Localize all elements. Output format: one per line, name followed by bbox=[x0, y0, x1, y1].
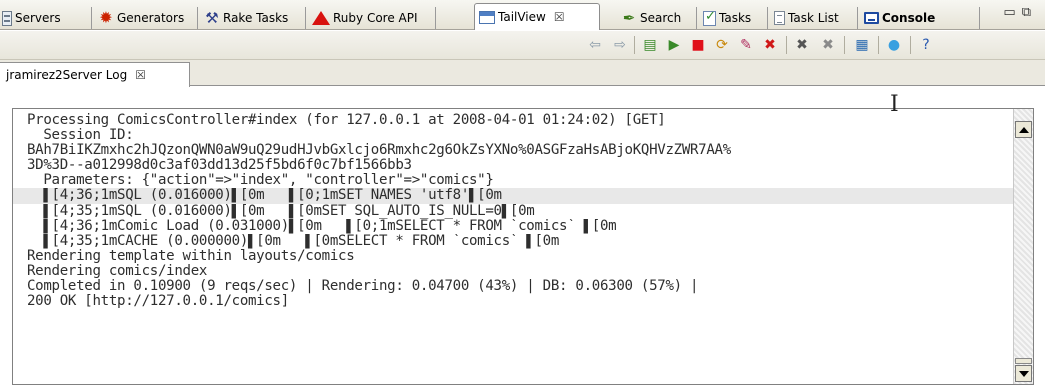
log-line: 200 OK [http://127.0.0.1/comics] bbox=[27, 294, 289, 310]
tab-label: Search bbox=[640, 11, 682, 25]
tasks-icon bbox=[703, 9, 716, 26]
back-icon[interactable]: ⇦ bbox=[585, 35, 605, 55]
log-line: ▌[4;36;1mSQL (0.016000)▌[0m ▌[0;1mSET NA… bbox=[13, 188, 1013, 204]
tailview-icon bbox=[479, 10, 495, 24]
close-tab-icon[interactable]: ☒ bbox=[135, 68, 146, 82]
log-tab-bar: jramirez2Server Log ☒ bbox=[0, 60, 1045, 87]
minimize-icon[interactable]: ▭ bbox=[1003, 5, 1021, 20]
pin-console-icon[interactable]: ▦ bbox=[852, 35, 872, 55]
tab-label: TailView bbox=[498, 10, 546, 24]
stop-icon[interactable]: ■ bbox=[688, 35, 708, 55]
tab-tasks[interactable]: Tasks bbox=[699, 7, 768, 29]
log-line: ▌[4;35;1mCACHE (0.000000)▌[0m ▌[0mSELECT… bbox=[27, 233, 560, 249]
log-line: ▌[4;36;1mComic Load (0.031000)▌[0m ▌[0;1… bbox=[27, 218, 617, 234]
tab-tailview[interactable]: TailView ☒ bbox=[474, 3, 600, 30]
servers-icon bbox=[2, 10, 12, 26]
tab-search[interactable]: ✒ Search bbox=[617, 7, 697, 29]
log-line: Completed in 0.10900 (9 reqs/sec) | Rend… bbox=[27, 279, 699, 295]
scroll-up-button[interactable] bbox=[1015, 121, 1032, 138]
tab-server-log[interactable]: jramirez2Server Log ☒ bbox=[0, 62, 190, 87]
log-line: Parameters: {"action"=>"index", "control… bbox=[27, 173, 494, 189]
view-tab-bar: Servers ✹ Generators ⚒ Rake Tasks Ruby C… bbox=[0, 0, 1045, 30]
rake-tasks-icon: ⚒ bbox=[205, 9, 219, 27]
window-controls: ▭⧉ bbox=[1003, 5, 1037, 20]
remove-all-terminated-icon[interactable]: ✖ bbox=[818, 35, 838, 55]
generators-icon: ✹ bbox=[99, 8, 113, 27]
view-toolbar: ⇦ ⇨ ▤ ▶ ■ ⟳ ✎ ✖ ✖ ✖ ▦ ● ? bbox=[0, 31, 1045, 60]
restore-icon[interactable]: ⧉ bbox=[1022, 5, 1037, 20]
log-line: 3D%3D--a012998d0c3af03dd13d25f5bd6f0c7bf… bbox=[27, 158, 412, 174]
close-tab-icon[interactable]: ☒ bbox=[554, 10, 565, 24]
tab-task-list[interactable]: Task List bbox=[770, 7, 858, 29]
toolbar-separator bbox=[844, 36, 845, 54]
remove-icon[interactable]: ✖ bbox=[760, 35, 780, 55]
arrow-up-icon bbox=[1018, 126, 1029, 133]
clear-icon[interactable]: ✎ bbox=[736, 35, 756, 55]
play-icon[interactable]: ▶ bbox=[664, 35, 684, 55]
forward-icon[interactable]: ⇨ bbox=[610, 35, 630, 55]
scrollbar-thumb[interactable] bbox=[1015, 358, 1032, 364]
tab-label: Tasks bbox=[719, 11, 752, 25]
text-cursor-icon: I bbox=[890, 92, 899, 117]
log-line: BAh7BiIKZmxhc2hJQzonQWN0aW9uQ29udHJvbGxl… bbox=[27, 143, 731, 159]
remove-all-icon[interactable]: ✖ bbox=[792, 35, 812, 55]
log-lines: Processing ComicsController#index (for 1… bbox=[13, 113, 1013, 309]
help-icon[interactable]: ? bbox=[916, 35, 936, 55]
color-icon[interactable]: ● bbox=[884, 35, 904, 55]
tab-label: Task List bbox=[788, 11, 839, 25]
task-list-icon bbox=[774, 11, 785, 25]
tab-generators[interactable]: ✹ Generators bbox=[94, 7, 198, 29]
refresh-icon[interactable]: ⟳ bbox=[712, 35, 732, 55]
tab-label: Generators bbox=[117, 11, 185, 25]
ruby-icon bbox=[312, 11, 330, 25]
tab-label: Rake Tasks bbox=[223, 11, 289, 25]
tab-label: Console bbox=[882, 11, 936, 25]
log-line: ▌[4;35;1mSQL (0.016000)▌[0m ▌[0mSET SQL_… bbox=[27, 203, 535, 219]
toolbar-separator bbox=[910, 36, 911, 54]
log-line: Processing ComicsController#index (for 1… bbox=[27, 113, 666, 128]
tab-label: Ruby Core API bbox=[333, 11, 418, 25]
tab-label: Servers bbox=[15, 11, 61, 25]
log-tab-label: jramirez2Server Log bbox=[6, 68, 128, 82]
tab-servers[interactable]: Servers bbox=[0, 7, 92, 29]
open-file-icon[interactable]: ▤ bbox=[640, 35, 660, 55]
log-line: Rendering comics/index bbox=[27, 263, 208, 279]
log-line: Session ID: bbox=[27, 128, 134, 144]
search-icon: ✒ bbox=[622, 9, 636, 27]
tab-ruby-core-api[interactable]: Ruby Core API bbox=[308, 7, 436, 29]
scroll-down-button[interactable] bbox=[1015, 365, 1032, 382]
vertical-scrollbar[interactable] bbox=[1013, 109, 1033, 384]
log-console[interactable]: Processing ComicsController#index (for 1… bbox=[12, 108, 1034, 385]
toolbar-separator bbox=[634, 36, 635, 54]
toolbar-separator bbox=[878, 36, 879, 54]
toolbar-separator bbox=[786, 36, 787, 54]
tab-console[interactable]: Console bbox=[860, 7, 980, 29]
arrow-down-icon bbox=[1018, 370, 1029, 377]
console-icon bbox=[864, 12, 879, 24]
tab-rake-tasks[interactable]: ⚒ Rake Tasks bbox=[200, 7, 306, 29]
log-line: Rendering template within layouts/comics bbox=[27, 248, 355, 264]
